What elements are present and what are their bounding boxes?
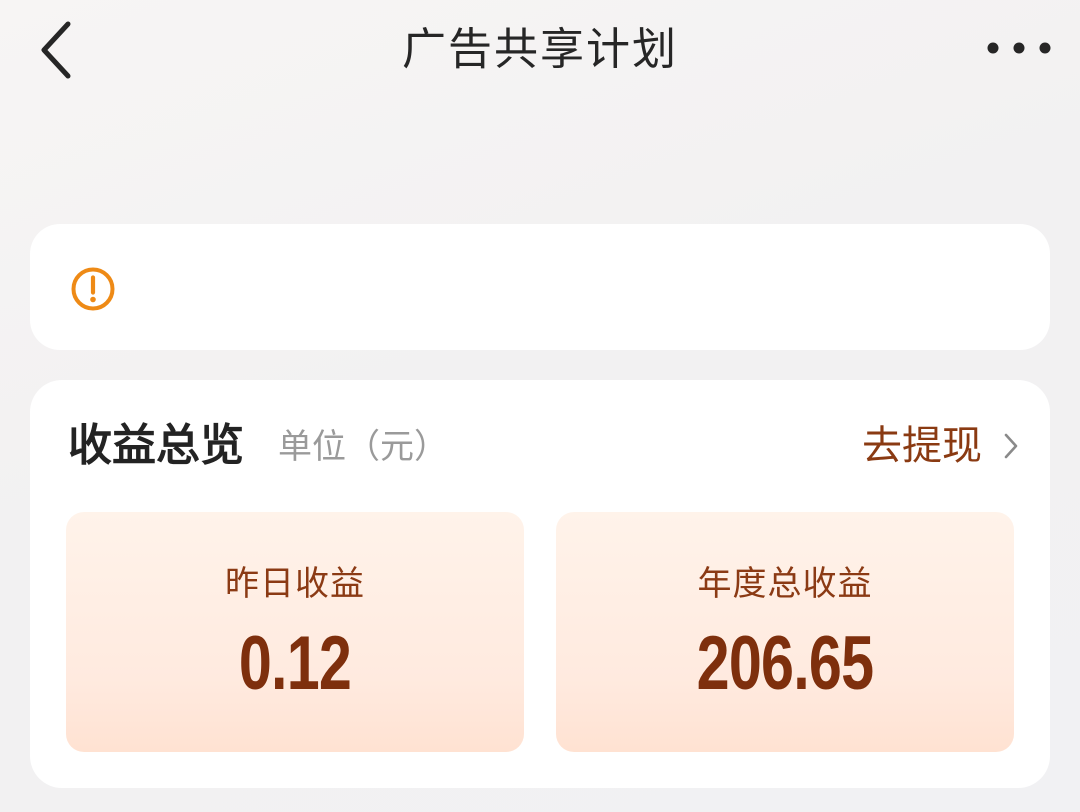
withdraw-label: 去提现: [862, 423, 982, 469]
annual-earnings-label: 年度总收益: [697, 564, 873, 604]
yesterday-earnings-box[interactable]: 昨日收益 0.12: [66, 512, 524, 752]
page-title: 广告共享计划: [402, 24, 678, 75]
more-horizontal-icon: [987, 42, 1051, 54]
chevron-right-icon: [1004, 433, 1018, 459]
top-navigation-bar: 广告共享计划: [0, 0, 1080, 100]
overview-title: 收益总览: [68, 420, 244, 471]
annual-earnings-value: 206.65: [696, 621, 874, 706]
more-options-button[interactable]: [962, 20, 1052, 76]
annual-earnings-box[interactable]: 年度总收益 206.65: [556, 512, 1014, 752]
exclamation-circle-icon: [71, 267, 115, 311]
unit-label: 单位（元）: [278, 427, 448, 467]
withdraw-link[interactable]: 去提现: [862, 418, 1018, 474]
notice-banner: [30, 224, 1050, 350]
yesterday-earnings-value: 0.12: [238, 621, 352, 706]
yesterday-earnings-label: 昨日收益: [225, 564, 365, 604]
